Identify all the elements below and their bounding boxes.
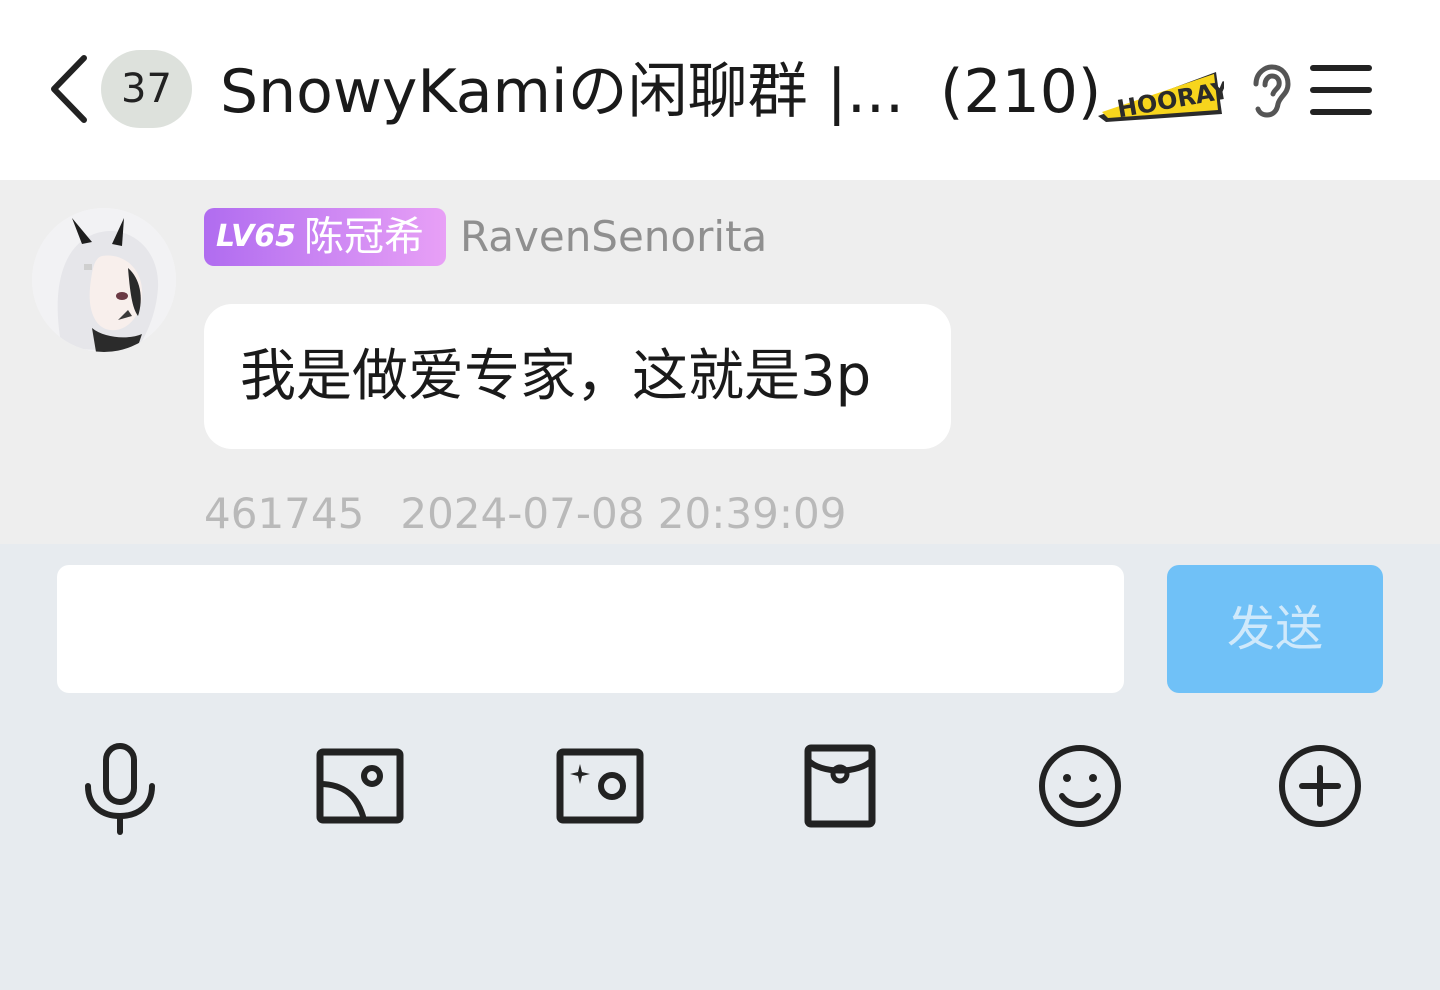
avatar[interactable]	[32, 208, 176, 352]
message-input[interactable]	[57, 565, 1124, 693]
sender-username[interactable]: RavenSenorita	[460, 208, 767, 266]
message-timestamp: 2024-07-08 20:39:09	[400, 489, 847, 538]
red-packet-button[interactable]	[790, 740, 890, 840]
composer: 发送	[0, 544, 1440, 990]
hooray-logo: HOORAY	[1096, 64, 1232, 123]
plus-icon	[1279, 745, 1361, 827]
chevron-left-icon	[51, 55, 87, 123]
unread-count-badge[interactable]: 37	[101, 50, 192, 128]
camera-button[interactable]	[550, 740, 650, 840]
group-nickname: 陈冠希	[304, 214, 424, 260]
level-label: LV65	[216, 219, 296, 254]
member-count: (210)	[940, 57, 1102, 127]
chat-header: 37 SnowyKamiの闲聊群 |... (210) HOORAY	[0, 0, 1440, 180]
send-button[interactable]: 发送	[1167, 565, 1383, 693]
more-button[interactable]	[1270, 740, 1370, 840]
emoji-icon	[1039, 745, 1121, 827]
message-id: 461745	[204, 489, 365, 538]
message-list[interactable]: LV65 陈冠希 RavenSenorita 我是做爱专家，这就是3p 4617…	[0, 180, 1440, 544]
group-title[interactable]: SnowyKamiの闲聊群 |...	[220, 52, 900, 132]
red-packet-icon	[804, 744, 876, 828]
microphone-icon	[85, 743, 155, 835]
message-bubble[interactable]: 我是做爱专家，这就是3p	[204, 304, 951, 449]
voice-button[interactable]	[70, 740, 170, 840]
back-button[interactable]	[44, 50, 92, 128]
menu-button[interactable]	[1310, 62, 1372, 118]
message-meta: 461745 2024-07-08 20:39:09	[204, 486, 846, 542]
emoji-button[interactable]	[1030, 740, 1130, 840]
menu-icon	[1310, 65, 1372, 115]
level-badge: LV65 陈冠希	[204, 208, 446, 266]
camera-icon	[556, 748, 644, 824]
ear-icon[interactable]	[1248, 64, 1292, 118]
image-button[interactable]	[310, 740, 410, 840]
image-icon	[316, 748, 404, 824]
